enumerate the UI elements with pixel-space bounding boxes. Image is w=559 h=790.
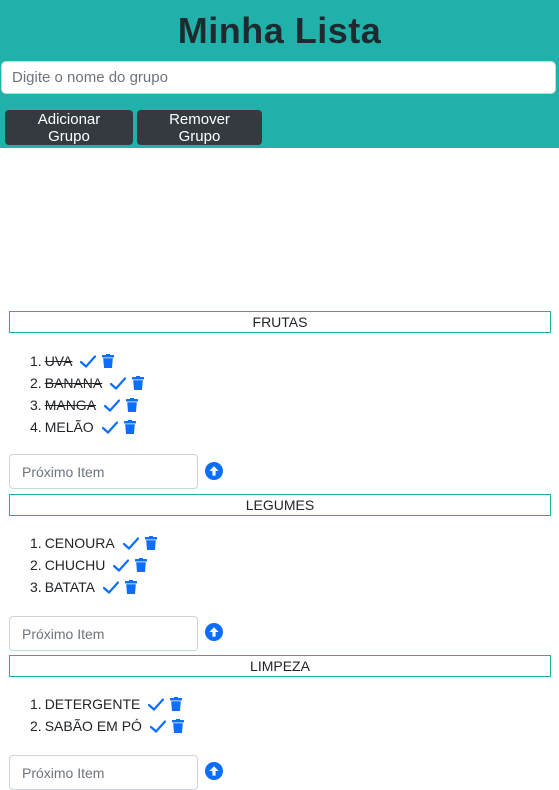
group-header: FRUTAS bbox=[9, 311, 551, 333]
trash-icon[interactable] bbox=[102, 354, 115, 368]
next-item-input[interactable] bbox=[9, 616, 198, 651]
list-item: 1. CENOURA bbox=[30, 532, 157, 554]
trash-icon[interactable] bbox=[126, 398, 139, 412]
item-number: 1. bbox=[30, 696, 42, 712]
list-item: 4. MELÃO bbox=[30, 416, 144, 438]
arrow-up-circle-icon[interactable] bbox=[205, 623, 223, 641]
item-number: 1. bbox=[30, 353, 42, 369]
trash-icon[interactable] bbox=[171, 719, 184, 733]
item-text: MANGA bbox=[44, 397, 97, 413]
group-name-input[interactable] bbox=[1, 61, 556, 94]
list-item: 3. BATATA bbox=[30, 576, 157, 598]
remove-group-button[interactable]: Remover Grupo bbox=[137, 110, 262, 145]
item-text: SABÃO EM PÓ bbox=[44, 718, 142, 734]
check-icon[interactable] bbox=[101, 420, 118, 434]
item-text: BATATA bbox=[44, 579, 95, 595]
add-group-button[interactable]: Adicionar Grupo bbox=[5, 110, 133, 145]
list-item: 2. CHUCHU bbox=[30, 554, 157, 576]
check-icon[interactable] bbox=[113, 558, 130, 572]
check-icon[interactable] bbox=[80, 354, 97, 368]
item-number: 2. bbox=[30, 375, 42, 391]
list-item: 1. UVA bbox=[30, 350, 144, 372]
trash-icon[interactable] bbox=[125, 580, 137, 594]
page-title: Minha Lista bbox=[177, 10, 382, 51]
arrow-up-circle-icon[interactable] bbox=[205, 762, 223, 780]
trash-icon[interactable] bbox=[132, 376, 145, 390]
trash-icon[interactable] bbox=[144, 536, 157, 550]
item-text: CENOURA bbox=[44, 535, 115, 551]
item-number: 1. bbox=[30, 535, 42, 551]
group-header: LIMPEZA bbox=[9, 655, 551, 677]
item-list: 1. UVA 2. BANANA 3. MANGA 4. MELÃO bbox=[30, 350, 145, 438]
group-header: LEGUMES bbox=[9, 494, 551, 516]
item-number: 2. bbox=[30, 718, 42, 734]
check-icon[interactable] bbox=[122, 536, 139, 550]
trash-icon[interactable] bbox=[170, 697, 183, 711]
trash-icon[interactable] bbox=[123, 420, 136, 434]
item-number: 3. bbox=[30, 579, 42, 595]
item-text: UVA bbox=[44, 353, 73, 369]
check-icon[interactable] bbox=[110, 376, 127, 390]
check-icon[interactable] bbox=[149, 719, 166, 733]
check-icon[interactable] bbox=[104, 398, 121, 412]
item-list: 1. DETERGENTE 2. SABÃO EM PÓ bbox=[30, 693, 184, 737]
list-item: 2. SABÃO EM PÓ bbox=[30, 715, 184, 737]
item-text: CHUCHU bbox=[44, 557, 106, 573]
check-icon[interactable] bbox=[103, 580, 119, 594]
item-text: MELÃO bbox=[44, 419, 94, 435]
item-text: BANANA bbox=[44, 375, 103, 391]
trash-icon[interactable] bbox=[135, 558, 148, 572]
list-item: 2. BANANA bbox=[30, 372, 145, 394]
item-text: DETERGENTE bbox=[44, 696, 141, 712]
list-item: 1. DETERGENTE bbox=[30, 693, 184, 715]
item-number: 3. bbox=[30, 397, 42, 413]
header: Minha Lista Adicionar Grupo Remover Grup… bbox=[0, 0, 559, 148]
check-icon[interactable] bbox=[148, 697, 165, 711]
item-number: 4. bbox=[30, 419, 42, 435]
next-item-input[interactable] bbox=[9, 454, 198, 489]
next-item-input[interactable] bbox=[9, 755, 198, 790]
list-item: 3. MANGA bbox=[30, 394, 144, 416]
arrow-up-circle-icon[interactable] bbox=[205, 462, 223, 480]
item-list: 1. CENOURA 2. CHUCHU 3. BATATA bbox=[30, 532, 157, 598]
item-number: 2. bbox=[30, 557, 42, 573]
